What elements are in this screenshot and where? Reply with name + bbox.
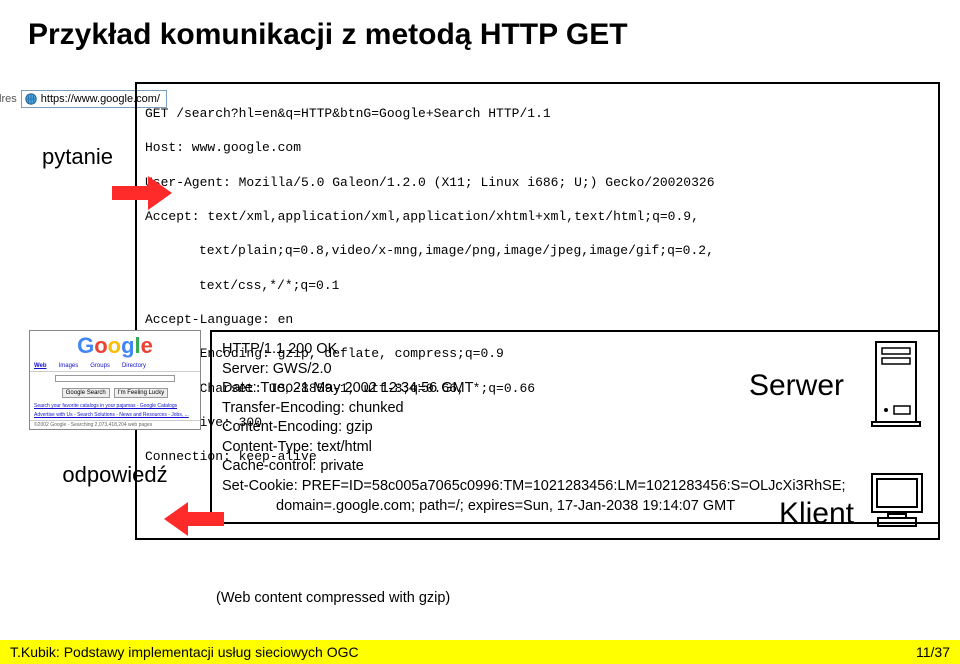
req-line: Host: www.google.com <box>145 139 930 156</box>
resp-line: HTTP/1.1 200 OK <box>222 340 928 360</box>
lucky-btn: I'm Feeling Lucky <box>114 388 169 398</box>
resp-line: Content-Type: text/html <box>222 438 928 458</box>
tab-directory: Directory <box>122 363 146 369</box>
google-screenshot: Google Web Images Groups Directory Googl… <box>29 330 201 430</box>
globe-icon <box>24 92 38 106</box>
server-label: Serwer <box>749 366 844 407</box>
footer-right: 11/37 <box>916 644 950 660</box>
promo-link: Search your favorite catalogs in your pa… <box>34 403 196 410</box>
tab-web: Web <box>34 363 47 369</box>
request-side-column: Adres https://www.google.com/ pytanie <box>20 82 135 170</box>
http-response-box: HTTP/1.1 200 OK Server: GWS/2.0 Date: Tu… <box>210 330 940 524</box>
google-tabs: Web Images Groups Directory <box>30 361 200 372</box>
google-search-btn: Google Search <box>62 388 110 398</box>
response-side-column: Google Web Images Groups Directory Googl… <box>20 330 210 488</box>
request-label: pytanie <box>42 144 113 170</box>
resp-line: Content-Encoding: gzip <box>222 418 928 438</box>
slide-title: Przykład komunikacji z metodą HTTP GET <box>0 0 960 52</box>
google-buttons: Google Search I'm Feeling Lucky <box>30 385 200 401</box>
footer-left: T.Kubik: Podstawy implementacji usług si… <box>10 644 359 660</box>
arrow-left-icon <box>164 502 224 536</box>
req-line: Accept: text/xml,application/xml,applica… <box>145 208 930 225</box>
req-line: text/css,*/*;q=0.1 <box>145 277 930 294</box>
req-line: text/plain;q=0.8,video/x-mng,image/png,i… <box>145 242 930 259</box>
req-line: Accept-Language: en <box>145 311 930 328</box>
server-tower-icon <box>870 338 928 428</box>
resp-line: domain=.google.com; path=/; expires=Sun,… <box>222 497 928 517</box>
tab-groups: Groups <box>90 363 110 369</box>
req-line: GET /search?hl=en&q=HTTP&btnG=Google+Sea… <box>145 105 930 122</box>
gzip-note: (Web content compressed with gzip) <box>216 590 450 606</box>
req-line: User-Agent: Mozilla/5.0 Galeon/1.2.0 (X1… <box>145 174 930 191</box>
google-promos: Search your favorite catalogs in your pa… <box>30 401 200 420</box>
google-footer: ©2002 Google - Searching 2,073,418,204 w… <box>30 420 200 429</box>
resp-line: Cache-control: private <box>222 457 928 477</box>
footer-bar: T.Kubik: Podstawy implementacji usług si… <box>0 640 960 664</box>
arrow-right-icon <box>112 176 172 210</box>
tab-images: Images <box>59 363 79 369</box>
response-label: odpowiedź <box>62 462 167 488</box>
promo-link: Advertise with Us - Search Solutions - N… <box>34 412 196 419</box>
address-label: Adres <box>0 93 17 105</box>
google-logo: Google <box>30 331 200 361</box>
resp-line: Set-Cookie: PREF=ID=58c005a7065c0996:TM=… <box>222 477 928 497</box>
